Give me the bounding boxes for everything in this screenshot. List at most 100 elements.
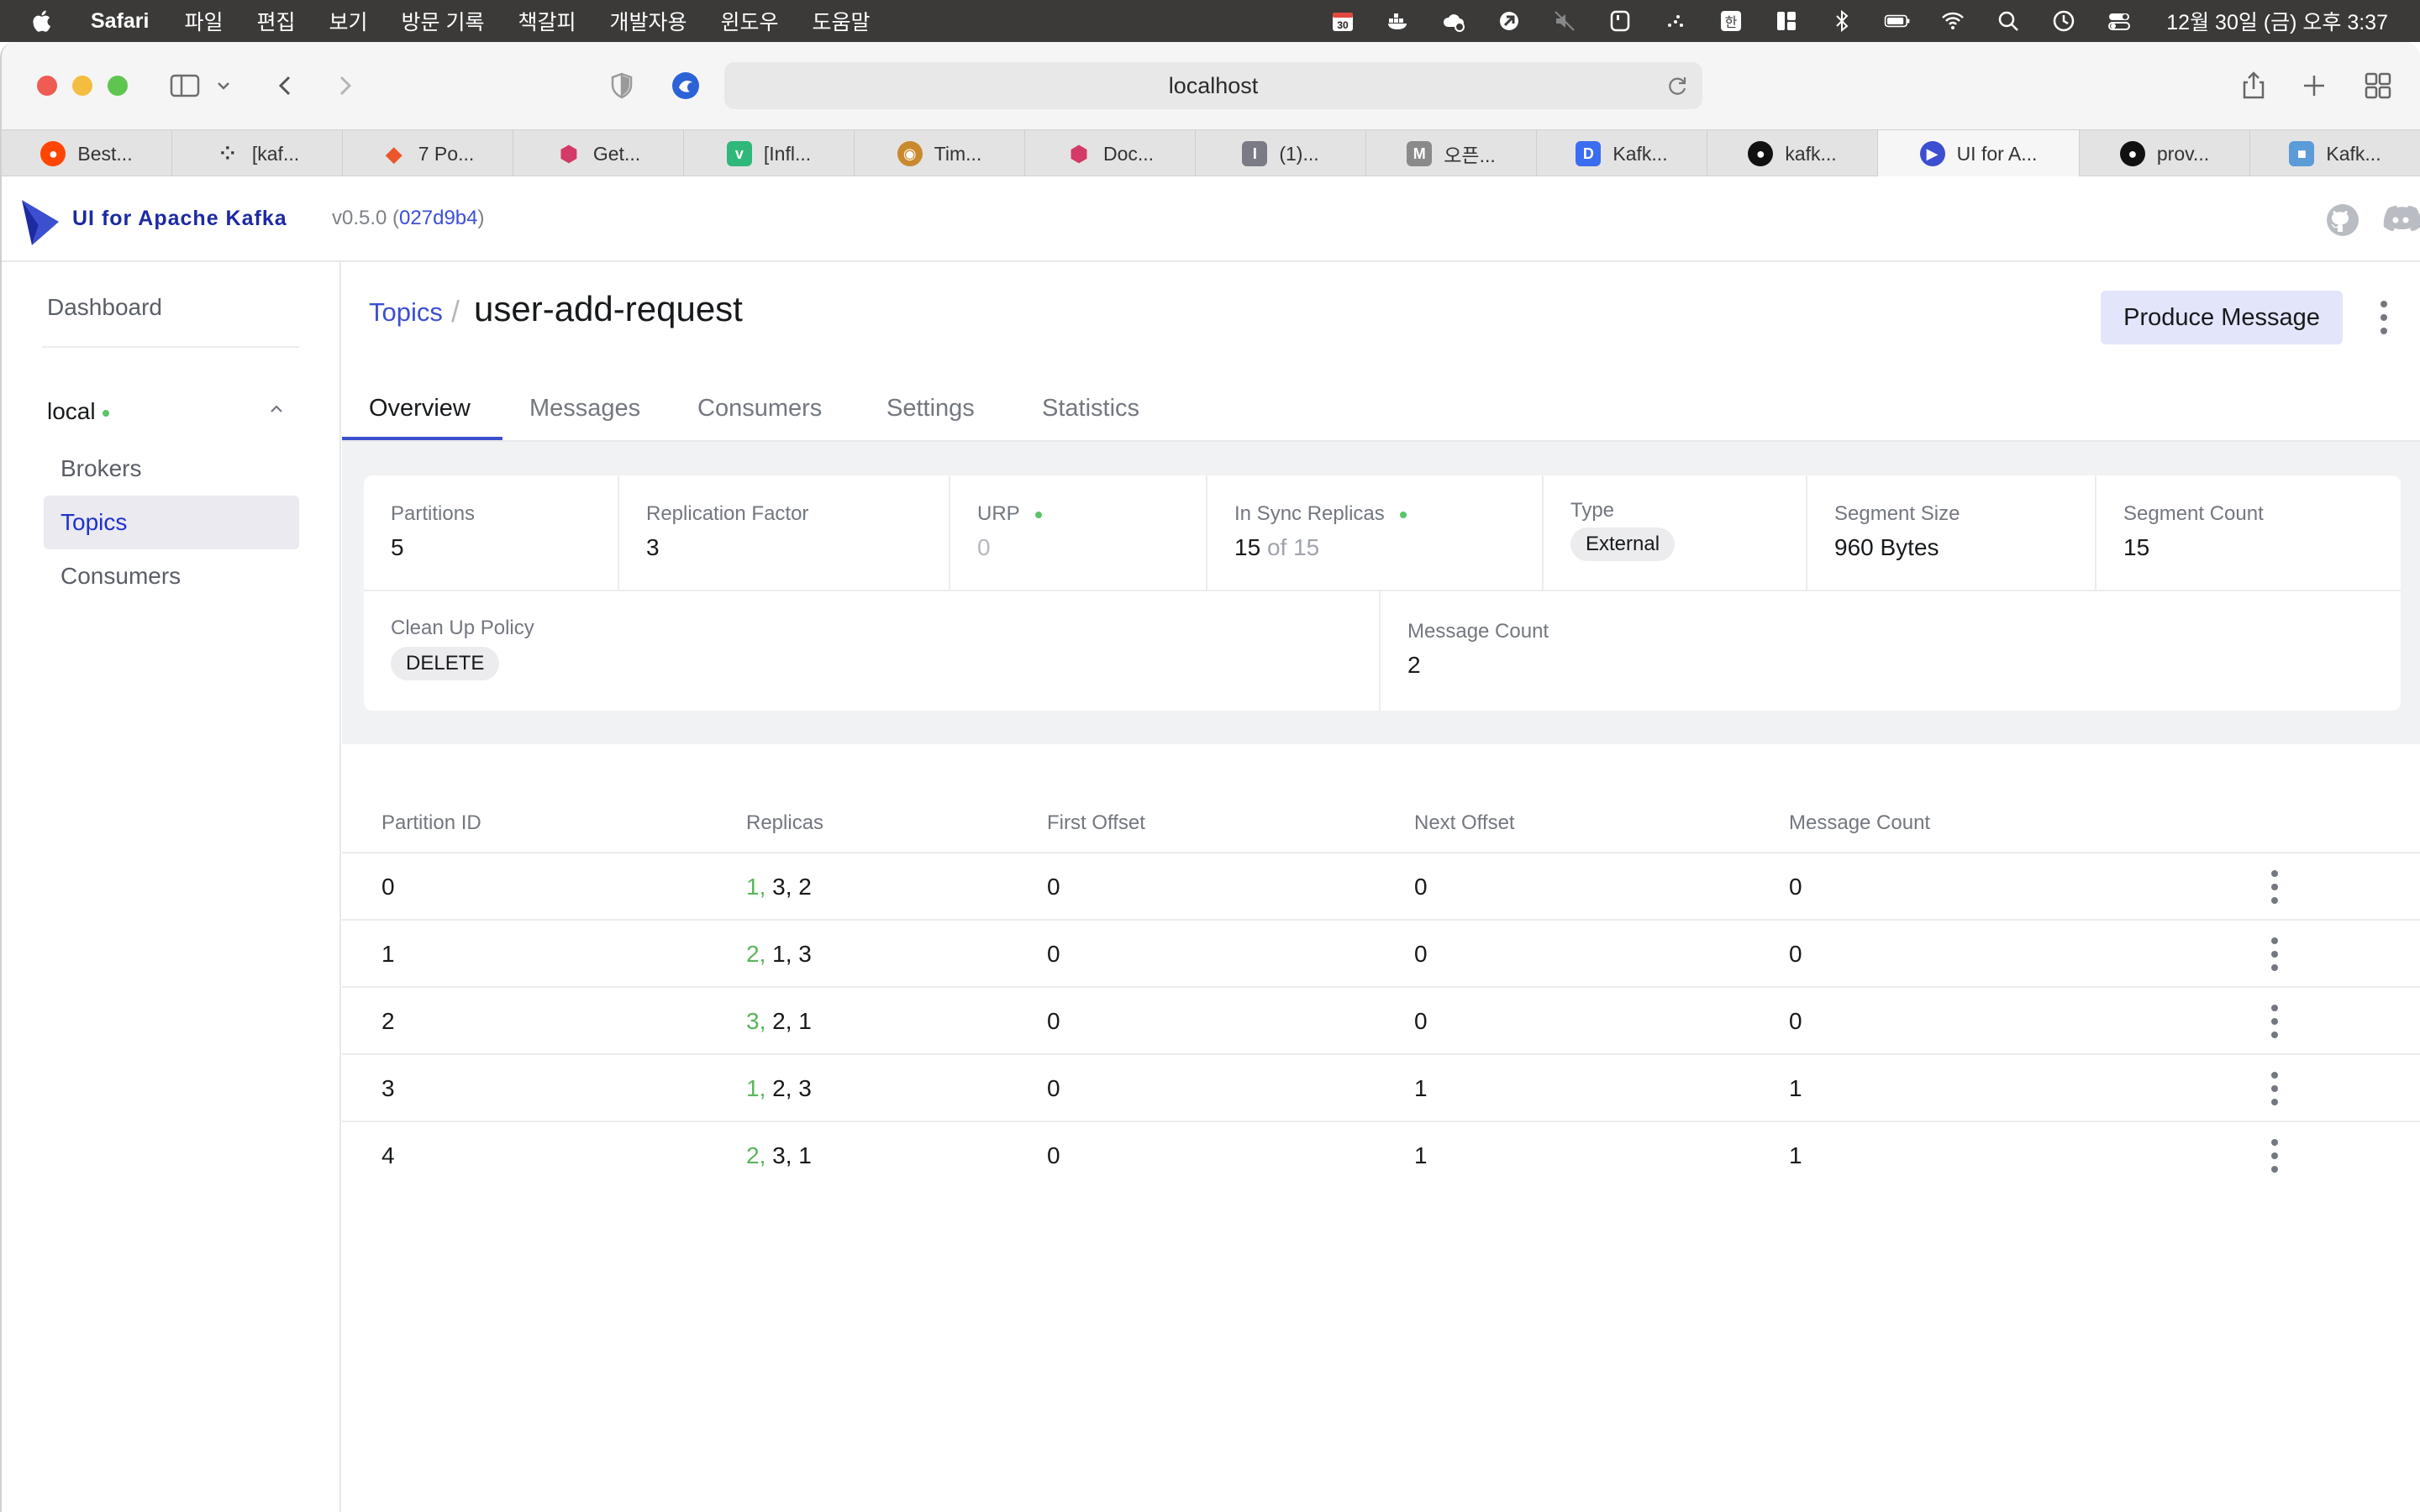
menu-help[interactable]: 도움말 bbox=[813, 6, 871, 36]
menu-file[interactable]: 파일 bbox=[184, 6, 223, 36]
browser-tab[interactable]: ● Best... bbox=[2, 130, 172, 177]
wifi-icon[interactable] bbox=[1939, 8, 1966, 34]
chevron-up-icon[interactable] bbox=[264, 396, 289, 422]
menu-develop[interactable]: 개발자용 bbox=[610, 6, 687, 36]
browser-tab[interactable]: ⬢ Doc... bbox=[1025, 130, 1196, 177]
browser-tab[interactable]: ◉ Tim... bbox=[855, 130, 1025, 177]
browser-tab[interactable]: D Kafk... bbox=[1537, 130, 1707, 177]
extension-icon[interactable] bbox=[667, 67, 704, 104]
sidebar-toggle-icon[interactable] bbox=[166, 67, 203, 104]
tab-messages[interactable]: Messages bbox=[529, 395, 640, 423]
col-partition-id[interactable]: Partition ID bbox=[381, 811, 481, 835]
tab-overview[interactable]: Overview bbox=[369, 395, 471, 423]
next-offset: 1 bbox=[1414, 1075, 1428, 1101]
row-actions-menu-icon[interactable] bbox=[2270, 937, 2279, 971]
browser-tab[interactable]: ■ Kafk... bbox=[2250, 130, 2420, 177]
sidebar-item-dashboard[interactable]: Dashboard bbox=[47, 294, 162, 321]
kafka-ui-logo-icon[interactable] bbox=[20, 197, 62, 249]
window-icon[interactable] bbox=[1607, 8, 1634, 34]
breadcrumb-topics[interactable]: Topics bbox=[369, 297, 443, 328]
control-center-icon[interactable] bbox=[2106, 8, 2133, 34]
calendar-icon[interactable]: 30 bbox=[1329, 8, 1356, 34]
brand-name[interactable]: UI for Apache Kafka bbox=[72, 207, 287, 231]
table-row[interactable]: 4 2, 3, 1 0 1 1 bbox=[342, 1122, 2420, 1189]
privacy-shield-icon[interactable] bbox=[603, 67, 640, 104]
other-replicas: 3, 1 bbox=[765, 1142, 812, 1168]
docker-icon[interactable] bbox=[1385, 8, 1412, 34]
commit-link[interactable]: 027d9b4 bbox=[399, 207, 477, 229]
chevron-down-icon[interactable] bbox=[213, 67, 234, 104]
back-icon[interactable] bbox=[267, 67, 304, 104]
github-icon[interactable] bbox=[2324, 202, 2361, 239]
menu-window[interactable]: 윈도우 bbox=[721, 6, 779, 36]
table-row[interactable]: 2 3, 2, 1 0 0 0 bbox=[342, 988, 2420, 1055]
new-tab-icon[interactable] bbox=[2296, 67, 2333, 104]
mute-icon[interactable] bbox=[1551, 8, 1578, 34]
tab-consumers[interactable]: Consumers bbox=[697, 395, 822, 423]
tab-label: Best... bbox=[77, 142, 133, 165]
browser-tab[interactable]: I (1)... bbox=[1196, 130, 1366, 177]
col-next-offset[interactable]: Next Offset bbox=[1414, 811, 1515, 835]
sidebar-cluster-local[interactable]: local bbox=[47, 398, 109, 425]
row-actions-menu-icon[interactable] bbox=[2270, 870, 2279, 904]
leader-replica: 1, bbox=[746, 874, 766, 900]
minimize-window-button[interactable] bbox=[72, 76, 92, 96]
browser-tab[interactable]: ⬢ Get... bbox=[513, 130, 684, 177]
kafka-ui-icon: ▶ bbox=[1919, 141, 1945, 166]
time-machine-icon[interactable] bbox=[2050, 8, 2077, 34]
tab-overview-icon[interactable] bbox=[2360, 67, 2396, 104]
sidebar-item-consumers[interactable]: Consumers bbox=[44, 549, 299, 603]
first-offset: 0 bbox=[1047, 1075, 1060, 1101]
version-number: v0.5.0 ( bbox=[332, 207, 400, 229]
input-method-icon[interactable]: 한 bbox=[1718, 8, 1744, 34]
produce-message-button[interactable]: Produce Message bbox=[2101, 291, 2343, 344]
spotlight-search-icon[interactable] bbox=[1995, 8, 2022, 34]
col-first-offset[interactable]: First Offset bbox=[1047, 811, 1145, 835]
sidebar-item-topics[interactable]: Topics bbox=[44, 496, 299, 549]
battery-icon[interactable] bbox=[1884, 8, 1911, 34]
cloud-sync-icon[interactable] bbox=[1440, 8, 1467, 34]
layout-icon[interactable] bbox=[1773, 8, 1800, 34]
apple-icon[interactable] bbox=[30, 0, 69, 42]
browser-tab[interactable]: ● kafk... bbox=[1707, 130, 1878, 177]
zoom-window-button[interactable] bbox=[108, 76, 128, 96]
share-icon[interactable] bbox=[2235, 67, 2272, 104]
discord-icon[interactable] bbox=[2380, 202, 2420, 239]
app-status-icon[interactable] bbox=[1496, 8, 1523, 34]
table-row[interactable]: 1 2, 1, 3 0 0 0 bbox=[342, 921, 2420, 988]
forward-icon[interactable] bbox=[326, 67, 363, 104]
menu-view[interactable]: 보기 bbox=[329, 6, 368, 36]
menu-edit[interactable]: 편집 bbox=[257, 6, 296, 36]
dots-icon: ⁘ bbox=[219, 143, 236, 164]
table-row[interactable]: 0 1, 3, 2 0 0 0 bbox=[342, 853, 2420, 921]
app-menu-safari[interactable]: Safari bbox=[91, 9, 149, 34]
row-actions-menu-icon[interactable] bbox=[2270, 1072, 2279, 1105]
stat-replication-factor: Replication Factor 3 bbox=[619, 475, 950, 591]
input-method-label: 한 bbox=[1725, 14, 1738, 30]
col-message-count[interactable]: Message Count bbox=[1789, 811, 1930, 835]
table-row[interactable]: 3 1, 2, 3 0 1 1 bbox=[342, 1055, 2420, 1122]
close-window-button[interactable] bbox=[37, 76, 57, 96]
browser-tab[interactable]: ⁘ [kaf... bbox=[172, 130, 343, 177]
menu-history[interactable]: 방문 기록 bbox=[402, 6, 485, 36]
dots-menu-icon[interactable] bbox=[1662, 8, 1689, 34]
browser-tab[interactable]: M 오픈... bbox=[1366, 130, 1537, 177]
browser-tab[interactable]: v [Infl... bbox=[684, 130, 855, 177]
address-bar[interactable]: localhost bbox=[724, 62, 1702, 109]
row-actions-menu-icon[interactable] bbox=[2270, 1005, 2279, 1038]
browser-tab[interactable]: ◆ 7 Po... bbox=[343, 130, 513, 177]
browser-tab-active[interactable]: ▶ UI for A... bbox=[1878, 130, 2080, 177]
tab-settings[interactable]: Settings bbox=[886, 395, 975, 423]
topic-actions-menu-icon[interactable] bbox=[2380, 301, 2388, 334]
row-actions-menu-icon[interactable] bbox=[2270, 1139, 2279, 1173]
bluetooth-icon[interactable] bbox=[1828, 8, 1855, 34]
browser-tab[interactable]: ● prov... bbox=[2080, 130, 2250, 177]
browser-window: localhost ● Best... ⁘ [kaf... ◆ 7 Po... ⬢ Ge… bbox=[0, 42, 2420, 1512]
tab-statistics[interactable]: Statistics bbox=[1042, 395, 1139, 423]
reload-icon[interactable] bbox=[1664, 72, 1691, 99]
macos-menu-bar: Safari 파일 편집 보기 방문 기록 책갈피 개발자용 윈도우 도움말 3… bbox=[0, 0, 2420, 42]
sidebar-item-brokers[interactable]: Brokers bbox=[44, 442, 299, 496]
col-replicas[interactable]: Replicas bbox=[746, 811, 823, 835]
menu-clock[interactable]: 12월 30일 (금) 오후 3:37 bbox=[2166, 6, 2388, 36]
menu-bookmarks[interactable]: 책갈피 bbox=[518, 6, 576, 36]
